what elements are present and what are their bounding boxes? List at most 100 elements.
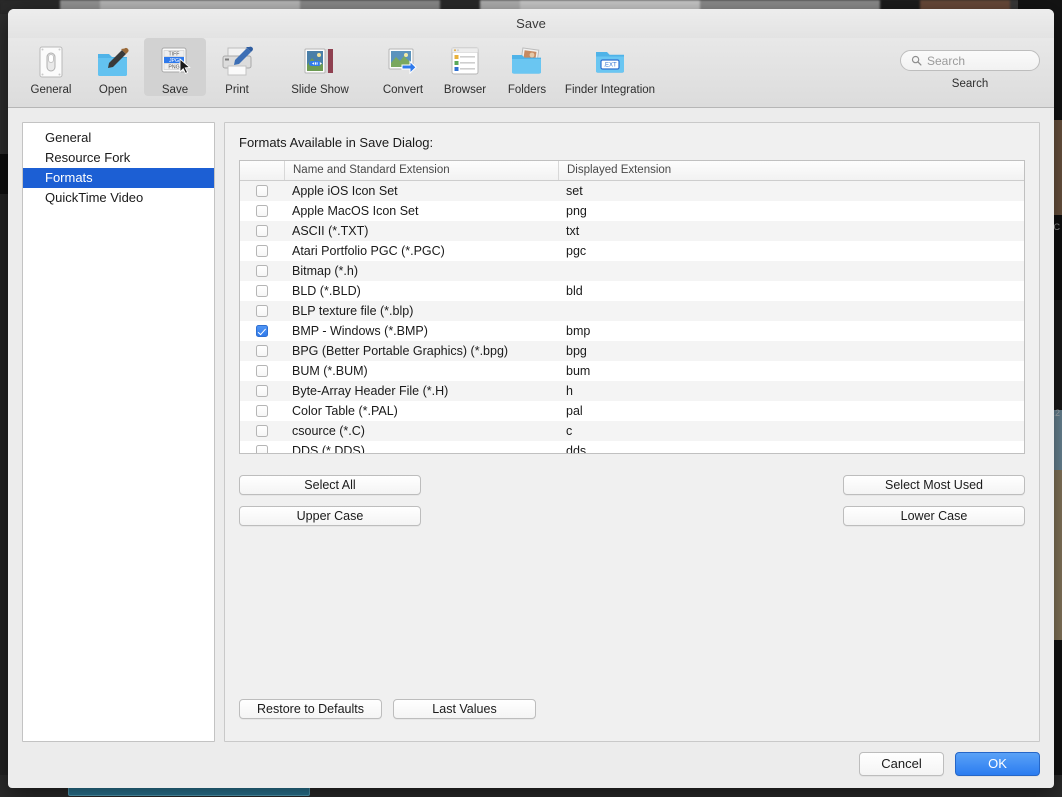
format-extension-cell: dds	[566, 444, 587, 454]
toolbar-item-general[interactable]: General	[20, 38, 82, 96]
checkbox-unchecked-icon[interactable]	[256, 265, 268, 277]
table-row[interactable]: Byte-Array Header File (*.H) h	[240, 381, 1024, 401]
checkbox-unchecked-icon[interactable]	[256, 405, 268, 417]
table-row[interactable]: Apple MacOS Icon Set png	[240, 201, 1024, 221]
table-row[interactable]: Atari Portfolio PGC (*.PGC) pgc	[240, 241, 1024, 261]
table-row[interactable]: BMP - Windows (*.BMP) bmp	[240, 321, 1024, 341]
ok-button[interactable]: OK	[955, 752, 1040, 776]
toolbar-item-folders[interactable]: Folders	[496, 38, 558, 96]
checkbox-unchecked-icon[interactable]	[256, 345, 268, 357]
last-values-button[interactable]: Last Values	[393, 699, 536, 719]
format-name-cell: Bitmap (*.h)	[292, 264, 358, 278]
toolbar-label-open: Open	[98, 84, 128, 96]
format-extension-cell: h	[566, 384, 573, 398]
toolbar-item-finder-integration[interactable]: .EXT Finder Integration	[558, 38, 662, 96]
select-all-button[interactable]: Select All	[239, 475, 421, 495]
format-extension-cell: bmp	[566, 324, 591, 338]
toolbar-item-open[interactable]: Open	[82, 38, 144, 96]
checkbox-unchecked-icon[interactable]	[256, 205, 268, 217]
table-row[interactable]: Apple iOS Icon Set set	[240, 181, 1024, 201]
sidebar-item-quicktime-video[interactable]: QuickTime Video	[23, 188, 214, 208]
checkbox-checked-icon[interactable]	[256, 325, 268, 337]
search-caption: Search	[951, 78, 989, 90]
select-most-used-button[interactable]: Select Most Used	[843, 475, 1025, 495]
format-extension-cell: set	[566, 184, 583, 198]
sidebar-item-resource-fork[interactable]: Resource Fork	[23, 148, 214, 168]
column-header-checkbox	[240, 161, 285, 180]
formats-panel: Formats Available in Save Dialog: Name a…	[224, 122, 1040, 742]
table-row[interactable]: Color Table (*.PAL) pal	[240, 401, 1024, 421]
general-switch-icon	[34, 42, 68, 82]
format-name-cell: BLD (*.BLD)	[292, 284, 361, 298]
svg-text:PNG: PNG	[168, 64, 179, 70]
printer-icon	[218, 42, 256, 82]
table-row[interactable]: DDS (*.DDS) dds	[240, 441, 1024, 454]
format-name-cell: BMP - Windows (*.BMP)	[292, 324, 428, 338]
row-checkbox-cell	[240, 185, 284, 197]
row-checkbox-cell	[240, 385, 284, 397]
column-header-extension[interactable]: Displayed Extension	[559, 161, 1024, 180]
row-checkbox-cell	[240, 285, 284, 297]
table-row[interactable]: BLP texture file (*.blp)	[240, 301, 1024, 321]
svg-text:TIFF: TIFF	[169, 51, 180, 57]
toolbar-label-slide-show: Slide Show	[291, 84, 349, 96]
toolbar-label-general: General	[30, 84, 72, 96]
save-formats-icon: TIFF JPG PNG	[155, 42, 195, 82]
table-row[interactable]: BLD (*.BLD) bld	[240, 281, 1024, 301]
row-checkbox-cell	[240, 225, 284, 237]
toolbar-item-convert[interactable]: Convert	[372, 38, 434, 96]
format-extension-cell: c	[566, 424, 573, 438]
toolbar-label-finder-integration: Finder Integration	[564, 84, 656, 96]
row-checkbox-cell	[240, 325, 284, 337]
toolbar-label-convert: Convert	[382, 84, 424, 96]
column-header-name[interactable]: Name and Standard Extension	[285, 161, 559, 180]
checkbox-unchecked-icon[interactable]	[256, 285, 268, 297]
panel-title: Formats Available in Save Dialog:	[239, 135, 434, 150]
sidebar-item-formats[interactable]: Formats	[23, 168, 214, 188]
checkbox-unchecked-icon[interactable]	[256, 385, 268, 397]
cancel-button[interactable]: Cancel	[859, 752, 944, 776]
dialog-footer: Cancel OK	[859, 752, 1040, 776]
folders-photo-icon	[508, 42, 546, 82]
upper-case-button[interactable]: Upper Case	[239, 506, 421, 526]
table-action-row-1: Select All Select Most Used	[239, 475, 1025, 495]
table-header-row: Name and Standard Extension Displayed Ex…	[240, 161, 1024, 181]
table-row[interactable]: BUM (*.BUM) bum	[240, 361, 1024, 381]
table-row[interactable]: Bitmap (*.h)	[240, 261, 1024, 281]
checkbox-unchecked-icon[interactable]	[256, 445, 268, 453]
toolbar-label-save: Save	[161, 84, 189, 96]
svg-text:.EXT: .EXT	[603, 63, 617, 69]
checkbox-unchecked-icon[interactable]	[256, 305, 268, 317]
format-name-cell: Byte-Array Header File (*.H)	[292, 384, 449, 398]
restore-to-defaults-button[interactable]: Restore to Defaults	[239, 699, 382, 719]
formats-table[interactable]: Name and Standard Extension Displayed Ex…	[239, 160, 1025, 454]
table-row[interactable]: ASCII (*.TXT) txt	[240, 221, 1024, 241]
toolbar-item-save[interactable]: TIFF JPG PNG Save	[144, 38, 206, 96]
table-row[interactable]: csource (*.C) c	[240, 421, 1024, 441]
lower-case-button[interactable]: Lower Case	[843, 506, 1025, 526]
toolbar-item-print[interactable]: Print	[206, 38, 268, 96]
row-checkbox-cell	[240, 445, 284, 453]
search-icon	[911, 55, 922, 66]
toolbar-item-browser[interactable]: Browser	[434, 38, 496, 96]
checkbox-unchecked-icon[interactable]	[256, 245, 268, 257]
checkbox-unchecked-icon[interactable]	[256, 425, 268, 437]
format-name-cell: ASCII (*.TXT)	[292, 224, 369, 238]
table-row[interactable]: BPG (Better Portable Graphics) (*.bpg) bp…	[240, 341, 1024, 361]
slideshow-icon	[300, 42, 340, 82]
search-input[interactable]: Search	[900, 50, 1040, 71]
convert-arrow-icon	[384, 42, 422, 82]
search-placeholder: Search	[927, 53, 966, 68]
sidebar-item-general[interactable]: General	[23, 128, 214, 148]
format-name-cell: DDS (*.DDS)	[292, 444, 365, 454]
toolbar-item-slide-show[interactable]: Slide Show	[268, 38, 372, 96]
format-extension-cell: bpg	[566, 344, 587, 358]
format-extension-cell: pgc	[566, 244, 587, 258]
checkbox-unchecked-icon[interactable]	[256, 225, 268, 237]
checkbox-unchecked-icon[interactable]	[256, 185, 268, 197]
preferences-dialog: Save General Open TIFF JPG PNG Save Prin…	[8, 9, 1054, 788]
checkbox-unchecked-icon[interactable]	[256, 365, 268, 377]
format-name-cell: csource (*.C)	[292, 424, 365, 438]
settings-sidebar: General Resource Fork Formats QuickTime …	[22, 122, 215, 742]
panel-bottom-buttons: Restore to Defaults Last Values	[239, 699, 536, 719]
